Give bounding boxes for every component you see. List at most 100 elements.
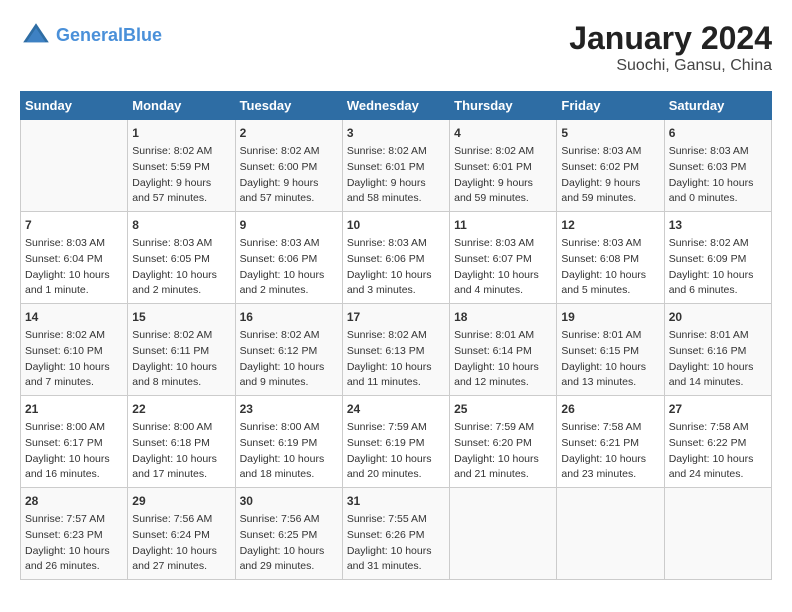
weekday-header-friday: Friday: [557, 92, 664, 120]
calendar-cell: 27 Sunrise: 7:58 AM Sunset: 6:22 PM Dayli…: [664, 396, 771, 488]
day-info: Sunrise: 8:03 AM Sunset: 6:04 PM Dayligh…: [25, 236, 123, 299]
calendar-cell: 26 Sunrise: 7:58 AM Sunset: 6:21 PM Dayli…: [557, 396, 664, 488]
day-info: Sunrise: 8:02 AM Sunset: 6:01 PM Dayligh…: [454, 144, 552, 207]
weekday-header-wednesday: Wednesday: [342, 92, 449, 120]
day-number: 14: [25, 308, 123, 326]
day-info: Sunrise: 8:01 AM Sunset: 6:15 PM Dayligh…: [561, 328, 659, 391]
day-number: 7: [25, 216, 123, 234]
calendar-cell: 3 Sunrise: 8:02 AM Sunset: 6:01 PM Daylig…: [342, 120, 449, 212]
day-info: Sunrise: 8:02 AM Sunset: 6:01 PM Dayligh…: [347, 144, 445, 207]
day-number: 18: [454, 308, 552, 326]
calendar-cell: 14 Sunrise: 8:02 AM Sunset: 6:10 PM Dayli…: [21, 304, 128, 396]
weekday-header-thursday: Thursday: [450, 92, 557, 120]
day-number: 16: [240, 308, 338, 326]
day-number: 19: [561, 308, 659, 326]
logo-text: GeneralBlue: [56, 25, 162, 47]
weekday-header-row: SundayMondayTuesdayWednesdayThursdayFrid…: [21, 92, 772, 120]
weekday-header-saturday: Saturday: [664, 92, 771, 120]
logo-line2: Blue: [123, 25, 162, 45]
calendar-cell: 20Sunrise: 8:01 AM Sunset: 6:16 PM Dayli…: [664, 304, 771, 396]
calendar-cell: 25Sunrise: 7:59 AM Sunset: 6:20 PM Dayli…: [450, 396, 557, 488]
day-info: Sunrise: 8:00 AM Sunset: 6:19 PM Dayligh…: [240, 420, 338, 483]
calendar-cell: 2 Sunrise: 8:02 AM Sunset: 6:00 PM Daylig…: [235, 120, 342, 212]
day-number: 1: [132, 124, 230, 142]
day-info: Sunrise: 7:58 AM Sunset: 6:21 PM Dayligh…: [561, 420, 659, 483]
day-number: 15: [132, 308, 230, 326]
day-info: Sunrise: 8:03 AM Sunset: 6:05 PM Dayligh…: [132, 236, 230, 299]
day-number: 11: [454, 216, 552, 234]
day-number: 5: [561, 124, 659, 142]
calendar-cell: 10Sunrise: 8:03 AM Sunset: 6:06 PM Dayli…: [342, 212, 449, 304]
weekday-header-sunday: Sunday: [21, 92, 128, 120]
page-title: January 2024: [569, 20, 772, 57]
day-number: 28: [25, 492, 123, 510]
page-header: GeneralBlue January 2024 Suochi, Gansu, …: [20, 20, 772, 75]
day-info: Sunrise: 8:03 AM Sunset: 6:08 PM Dayligh…: [561, 236, 659, 299]
calendar-cell: 23 Sunrise: 8:00 AM Sunset: 6:19 PM Dayli…: [235, 396, 342, 488]
calendar-cell: 17Sunrise: 8:02 AM Sunset: 6:13 PM Dayli…: [342, 304, 449, 396]
day-number: 22: [132, 400, 230, 418]
day-number: 4: [454, 124, 552, 142]
day-info: Sunrise: 8:03 AM Sunset: 6:02 PM Dayligh…: [561, 144, 659, 207]
day-info: Sunrise: 8:03 AM Sunset: 6:07 PM Dayligh…: [454, 236, 552, 299]
day-number: 26: [561, 400, 659, 418]
calendar-cell: 30 Sunrise: 7:56 AM Sunset: 6:25 PM Dayli…: [235, 488, 342, 580]
calendar-cell: 12 Sunrise: 8:03 AM Sunset: 6:08 PM Dayli…: [557, 212, 664, 304]
calendar-cell: 4 Sunrise: 8:02 AM Sunset: 6:01 PM Daylig…: [450, 120, 557, 212]
calendar-cell: 24Sunrise: 7:59 AM Sunset: 6:19 PM Dayli…: [342, 396, 449, 488]
calendar-cell: [21, 120, 128, 212]
logo-line1: General: [56, 25, 123, 45]
day-info: Sunrise: 8:02 AM Sunset: 6:00 PM Dayligh…: [240, 144, 338, 207]
day-info: Sunrise: 7:59 AM Sunset: 6:19 PM Dayligh…: [347, 420, 445, 483]
day-number: 20: [669, 308, 767, 326]
calendar-cell: 8Sunrise: 8:03 AM Sunset: 6:05 PM Daylig…: [128, 212, 235, 304]
calendar-cell: 5 Sunrise: 8:03 AM Sunset: 6:02 PM Daylig…: [557, 120, 664, 212]
day-info: Sunrise: 7:58 AM Sunset: 6:22 PM Dayligh…: [669, 420, 767, 483]
calendar-week-row: 14 Sunrise: 8:02 AM Sunset: 6:10 PM Dayli…: [21, 304, 772, 396]
day-info: Sunrise: 8:02 AM Sunset: 6:09 PM Dayligh…: [669, 236, 767, 299]
calendar-cell: 16 Sunrise: 8:02 AM Sunset: 6:12 PM Dayli…: [235, 304, 342, 396]
day-info: Sunrise: 7:55 AM Sunset: 6:26 PM Dayligh…: [347, 512, 445, 575]
day-info: Sunrise: 8:00 AM Sunset: 6:17 PM Dayligh…: [25, 420, 123, 483]
day-info: Sunrise: 8:01 AM Sunset: 6:14 PM Dayligh…: [454, 328, 552, 391]
day-number: 25: [454, 400, 552, 418]
day-info: Sunrise: 7:56 AM Sunset: 6:25 PM Dayligh…: [240, 512, 338, 575]
day-number: 31: [347, 492, 445, 510]
day-info: Sunrise: 8:02 AM Sunset: 6:11 PM Dayligh…: [132, 328, 230, 391]
day-info: Sunrise: 8:02 AM Sunset: 5:59 PM Dayligh…: [132, 144, 230, 207]
day-info: Sunrise: 8:02 AM Sunset: 6:12 PM Dayligh…: [240, 328, 338, 391]
calendar-cell: 11 Sunrise: 8:03 AM Sunset: 6:07 PM Dayli…: [450, 212, 557, 304]
weekday-header-monday: Monday: [128, 92, 235, 120]
calendar-cell: 13 Sunrise: 8:02 AM Sunset: 6:09 PM Dayli…: [664, 212, 771, 304]
day-number: 21: [25, 400, 123, 418]
calendar-cell: [557, 488, 664, 580]
day-number: 13: [669, 216, 767, 234]
day-number: 3: [347, 124, 445, 142]
calendar-cell: 21 Sunrise: 8:00 AM Sunset: 6:17 PM Dayli…: [21, 396, 128, 488]
day-number: 12: [561, 216, 659, 234]
day-info: Sunrise: 8:00 AM Sunset: 6:18 PM Dayligh…: [132, 420, 230, 483]
calendar-cell: 1 Sunrise: 8:02 AM Sunset: 5:59 PM Daylig…: [128, 120, 235, 212]
calendar-week-row: 7 Sunrise: 8:03 AM Sunset: 6:04 PM Daylig…: [21, 212, 772, 304]
logo: GeneralBlue: [20, 20, 162, 52]
calendar-week-row: 21 Sunrise: 8:00 AM Sunset: 6:17 PM Dayli…: [21, 396, 772, 488]
calendar-cell: 7 Sunrise: 8:03 AM Sunset: 6:04 PM Daylig…: [21, 212, 128, 304]
day-info: Sunrise: 7:56 AM Sunset: 6:24 PM Dayligh…: [132, 512, 230, 575]
calendar-cell: 15 Sunrise: 8:02 AM Sunset: 6:11 PM Dayli…: [128, 304, 235, 396]
day-number: 23: [240, 400, 338, 418]
day-number: 9: [240, 216, 338, 234]
calendar-cell: [450, 488, 557, 580]
calendar-cell: 18 Sunrise: 8:01 AM Sunset: 6:14 PM Dayli…: [450, 304, 557, 396]
day-number: 27: [669, 400, 767, 418]
calendar-cell: 6Sunrise: 8:03 AM Sunset: 6:03 PM Daylig…: [664, 120, 771, 212]
day-number: 10: [347, 216, 445, 234]
calendar-week-row: 1 Sunrise: 8:02 AM Sunset: 5:59 PM Daylig…: [21, 120, 772, 212]
day-info: Sunrise: 8:02 AM Sunset: 6:10 PM Dayligh…: [25, 328, 123, 391]
day-number: 30: [240, 492, 338, 510]
calendar-cell: 28Sunrise: 7:57 AM Sunset: 6:23 PM Dayli…: [21, 488, 128, 580]
calendar-week-row: 28Sunrise: 7:57 AM Sunset: 6:23 PM Dayli…: [21, 488, 772, 580]
day-number: 6: [669, 124, 767, 142]
page-subtitle: Suochi, Gansu, China: [569, 57, 772, 75]
logo-icon: [20, 20, 52, 52]
day-number: 2: [240, 124, 338, 142]
